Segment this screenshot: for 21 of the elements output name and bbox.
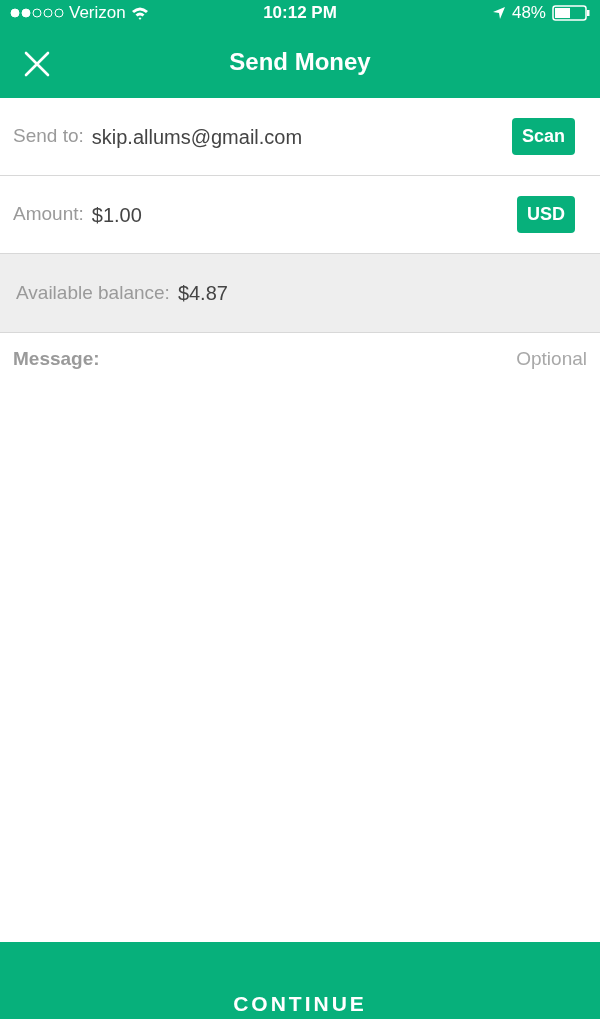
battery-percent: 48% xyxy=(511,2,546,25)
message-label: Message: xyxy=(13,347,100,371)
battery-icon xyxy=(552,5,590,21)
wifi-icon xyxy=(130,6,149,20)
field-value: skip.allums@gmail.com xyxy=(91,124,304,150)
field-action-button[interactable]: Scan xyxy=(511,118,575,155)
status-time: 10:12 PM xyxy=(263,2,337,25)
field-label: Send to: xyxy=(13,124,84,149)
close-button[interactable] xyxy=(22,49,52,79)
balance-value: $4.87 xyxy=(177,281,228,306)
field-action-button[interactable]: USD xyxy=(517,196,575,233)
message-field[interactable]: Optional xyxy=(107,345,587,374)
screen-title: Send Money xyxy=(229,47,371,77)
field-value: $1.00 xyxy=(91,202,143,228)
location-arrow-icon xyxy=(491,6,506,20)
close-icon xyxy=(24,51,50,77)
signal-icon xyxy=(10,8,64,18)
carrier-name: Verizon xyxy=(69,2,126,25)
continue-button[interactable]: CONTINUE xyxy=(0,942,600,1019)
field-label: Amount: xyxy=(13,202,84,227)
balance-label: Available balance: xyxy=(16,280,170,305)
